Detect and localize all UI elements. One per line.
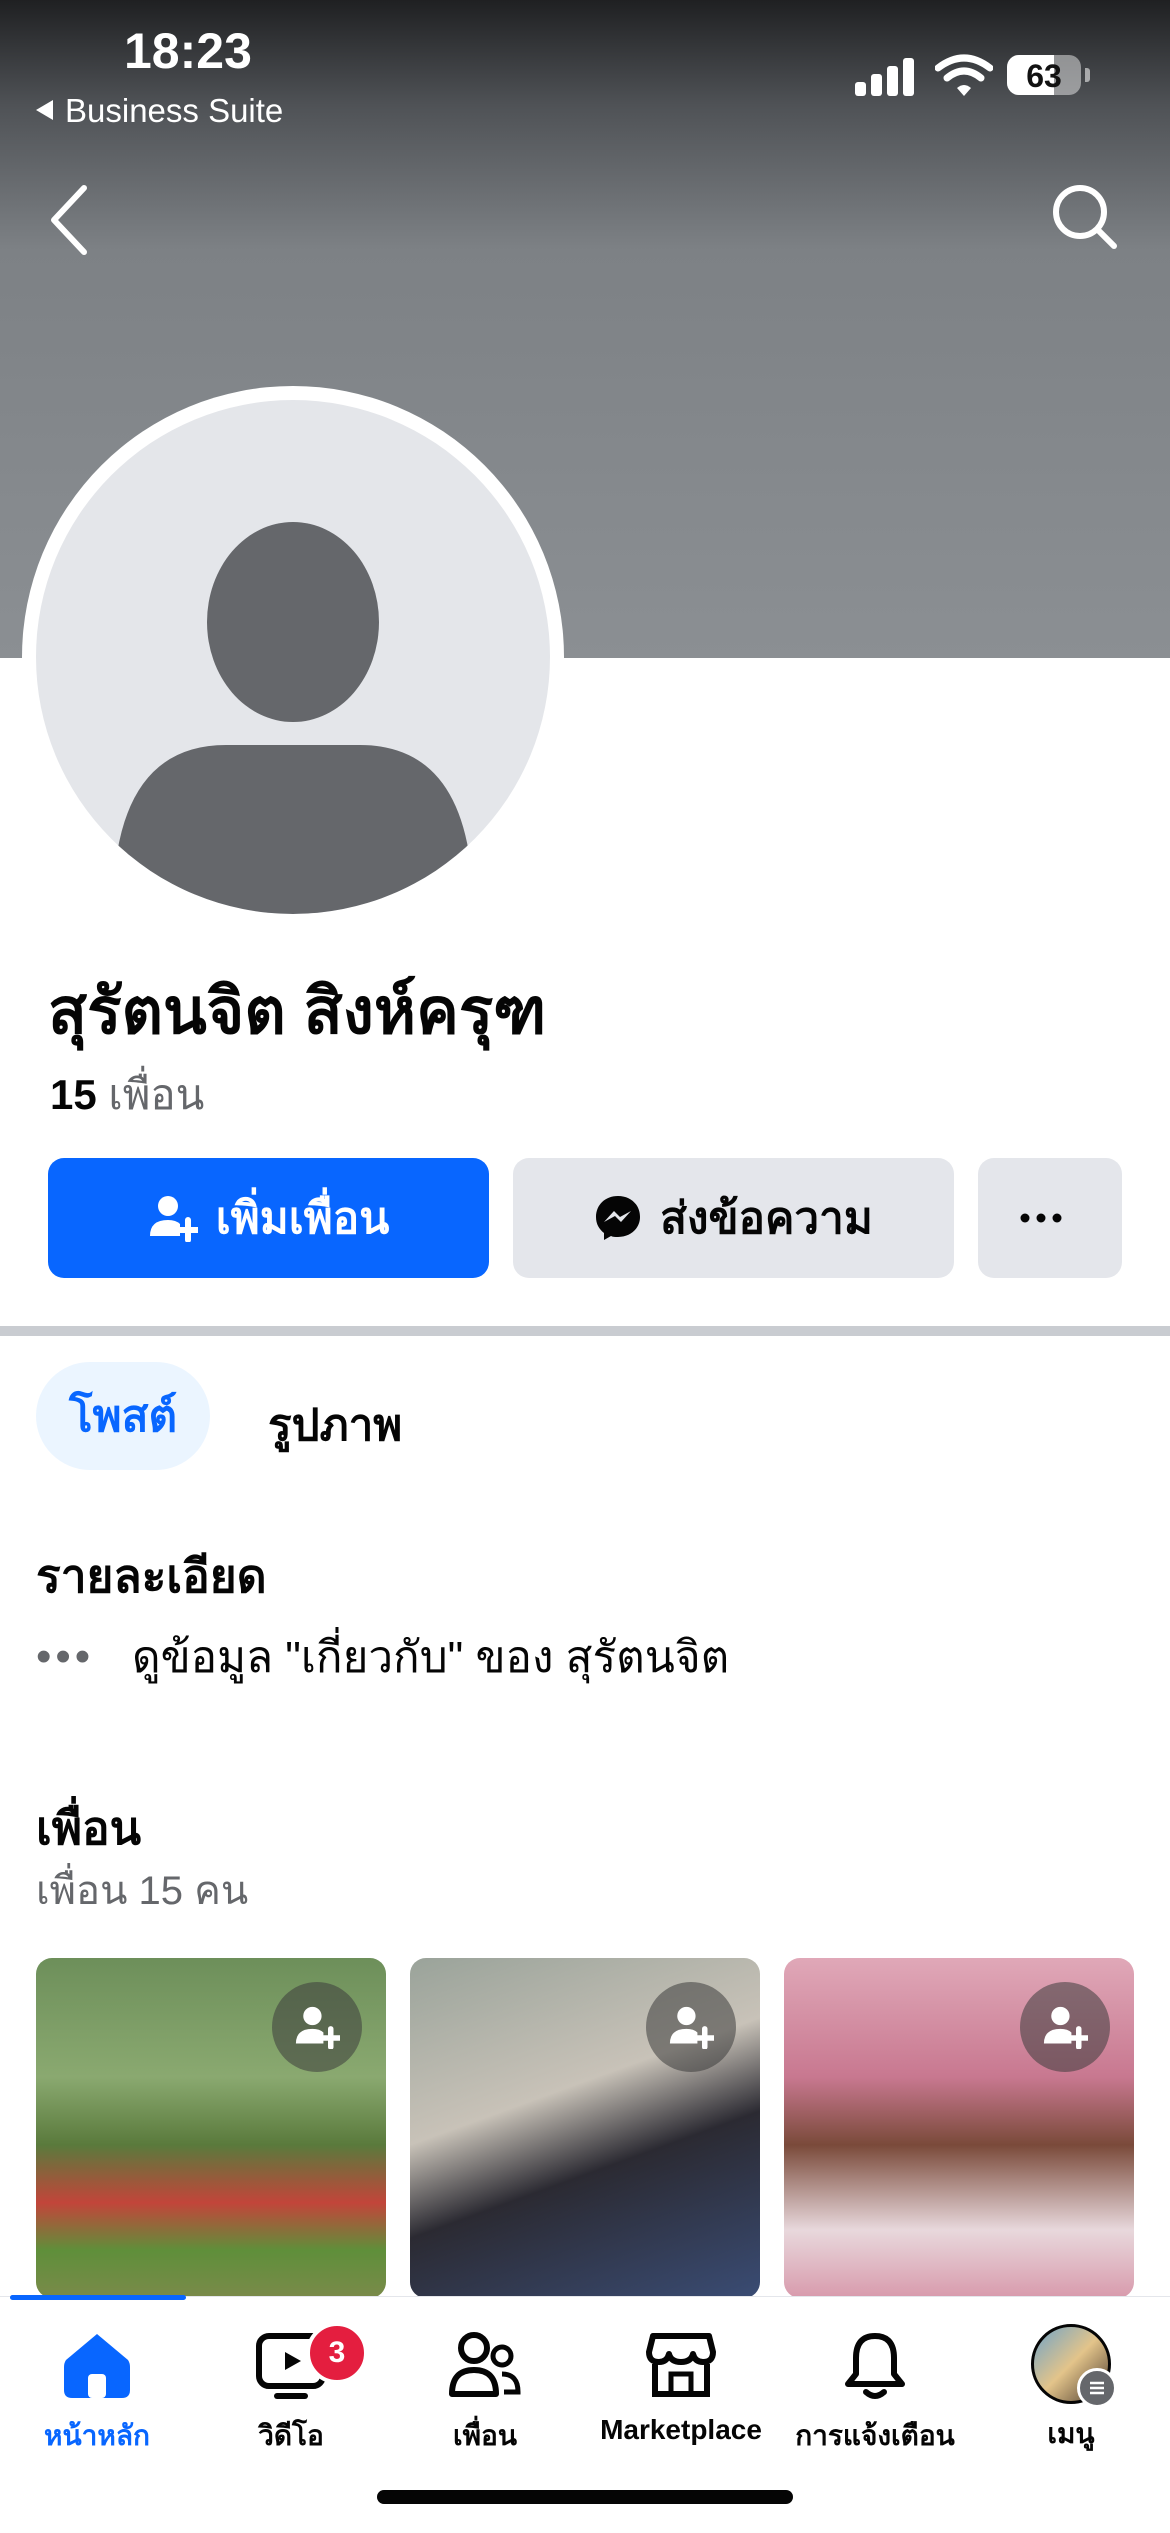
tab-notifications-label: การแจ้งเตือน	[795, 2420, 955, 2451]
friends-section-subtitle: เพื่อน 15 คน	[36, 1869, 249, 1913]
about-link-label: ดูข้อมูล "เกี่ยวกับ" ของ สุรัตนจิต	[132, 1633, 730, 1682]
tab-friends[interactable]: เพื่อน	[390, 2330, 580, 2458]
messenger-icon	[596, 1196, 641, 1240]
friends-icon	[449, 2332, 521, 2397]
menu-avatar	[1031, 2324, 1117, 2408]
friends-count-label: เพื่อน	[108, 1071, 205, 1118]
add-friend-tile-button[interactable]	[646, 1982, 736, 2072]
add-friend-tile-button[interactable]	[272, 1982, 362, 2072]
bell-icon	[845, 2333, 905, 2399]
profile-avatar[interactable]	[36, 400, 550, 914]
back-chevron-icon[interactable]	[44, 180, 94, 260]
friend-tile[interactable]	[36, 1958, 386, 2298]
tab-marketplace[interactable]: Marketplace	[586, 2330, 776, 2446]
battery-level: 63	[1026, 58, 1062, 94]
about-link[interactable]: ••• ดูข้อมูล "เกี่ยวกับ" ของ สุรัตนจิต	[36, 1622, 729, 1692]
tab-home-label: หน้าหลัก	[44, 2420, 150, 2451]
home-icon	[64, 2334, 130, 2398]
friends-section-title: เพื่อน	[36, 1802, 142, 1854]
send-message-button[interactable]: ส่งข้อความ	[513, 1158, 954, 1278]
back-to-app-link[interactable]: Business Suite	[36, 92, 283, 130]
tab-video-label: วิดีโอ	[258, 2420, 324, 2451]
add-friend-tile-button[interactable]	[1020, 1982, 1110, 2072]
default-person-icon	[116, 522, 470, 914]
friend-tile[interactable]	[784, 1958, 1134, 2298]
wifi-icon	[935, 54, 993, 96]
battery-tip	[1085, 68, 1090, 82]
search-icon[interactable]	[1048, 180, 1120, 252]
details-title: รายละเอียด	[36, 1550, 267, 1602]
tab-posts[interactable]: โพสต์	[36, 1362, 210, 1470]
battery-icon: 63	[1007, 55, 1081, 95]
cellular-signal-icon	[855, 58, 915, 96]
marketplace-icon	[646, 2333, 716, 2397]
tab-notifications[interactable]: การแจ้งเตือน	[780, 2330, 970, 2458]
section-divider	[0, 1326, 1170, 1336]
status-time: 18:23	[124, 23, 252, 79]
profile-name: สุรัตนจิต สิงห์ครุฑ	[48, 975, 547, 1047]
add-person-icon	[295, 2006, 340, 2049]
video-badge: 3	[306, 2322, 368, 2384]
active-tab-indicator	[10, 2295, 186, 2300]
friends-count[interactable]: 15 เพื่อน	[50, 1062, 204, 1128]
add-person-icon	[1043, 2006, 1088, 2049]
back-triangle-icon	[36, 100, 53, 121]
tab-home[interactable]: หน้าหลัก	[2, 2330, 192, 2458]
tab-video[interactable]: 3 วิดีโอ	[196, 2322, 386, 2458]
tab-menu[interactable]: เมนู	[976, 2324, 1166, 2456]
friends-count-number: 15	[50, 1071, 97, 1118]
ellipsis-icon: •••	[36, 1632, 95, 1681]
tab-photos[interactable]: รูปภาพ	[268, 1390, 402, 1460]
tab-menu-label: เมนู	[1047, 2418, 1095, 2449]
add-person-icon	[669, 2006, 714, 2049]
tab-friends-label: เพื่อน	[453, 2420, 517, 2451]
back-app-label: Business Suite	[65, 92, 284, 129]
home-indicator	[377, 2490, 793, 2504]
more-options-button[interactable]	[978, 1158, 1122, 1278]
menu-lines-icon	[1077, 2368, 1117, 2408]
send-message-label: ส่งข้อความ	[660, 1194, 873, 1243]
friend-tile[interactable]	[410, 1958, 760, 2298]
add-friend-icon	[149, 1196, 198, 1242]
add-friend-label: เพิ่มเพื่อน	[215, 1194, 390, 1243]
more-dots-icon	[1020, 1213, 1062, 1223]
tab-marketplace-label: Marketplace	[600, 2414, 762, 2445]
add-friend-button[interactable]: เพิ่มเพื่อน	[48, 1158, 489, 1278]
